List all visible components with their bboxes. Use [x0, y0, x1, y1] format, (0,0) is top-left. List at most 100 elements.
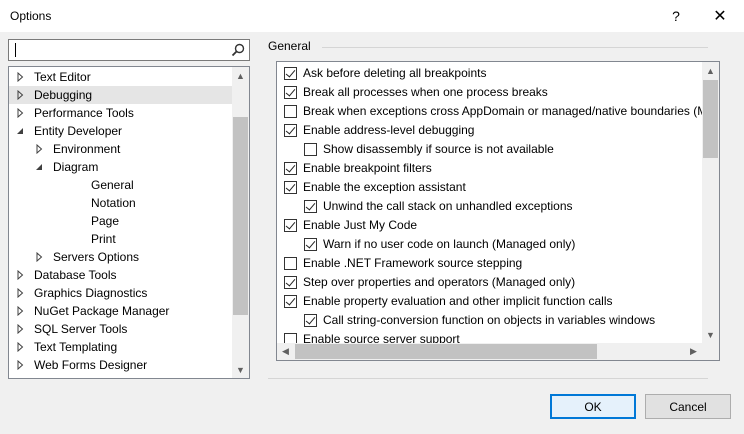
collapsed-arrow-icon[interactable] — [15, 270, 25, 280]
option-label: Enable the exception assistant — [303, 180, 466, 194]
options-tree[interactable]: Text Editor Debugging Performance Tools Ent… — [8, 66, 250, 379]
tree-item[interactable]: Entity Developer — [9, 122, 233, 140]
checkbox-checked[interactable] — [284, 67, 297, 80]
option-label: Show disassembly if source is not availa… — [323, 142, 554, 156]
checkbox-checked[interactable] — [284, 219, 297, 232]
tree-item-label: Graphics Diagnostics — [34, 286, 148, 300]
tree-item[interactable]: Diagram — [9, 158, 233, 176]
tree-item-label: Notation — [91, 196, 136, 210]
tree-item-label: Diagram — [53, 160, 99, 174]
tree-item[interactable]: Text Templating — [9, 338, 233, 356]
tree-item-label: Entity Developer — [34, 124, 123, 138]
tree-item-label: Page — [91, 214, 120, 228]
option-label: Step over properties and operators (Mana… — [303, 275, 576, 289]
tree-item-label: Text Editor — [34, 70, 91, 84]
search-icon[interactable] — [231, 43, 245, 57]
collapsed-arrow-icon[interactable] — [15, 342, 25, 352]
option-label: Enable .NET Framework source stepping — [303, 256, 523, 270]
tree-item-label: Environment — [53, 142, 121, 156]
scroll-up-arrow-icon[interactable]: ▲ — [232, 67, 249, 84]
tree-scroll-thumb[interactable] — [233, 117, 248, 315]
checkbox-unchecked[interactable] — [284, 257, 297, 270]
collapsed-arrow-icon[interactable] — [15, 90, 25, 100]
options-list[interactable]: Ask before deleting all breakpoints Break… — [276, 61, 720, 361]
tree-item[interactable]: Debugging — [9, 86, 233, 104]
option-label: Enable breakpoint filters — [303, 161, 432, 175]
ok-button[interactable]: OK — [550, 394, 636, 419]
tree-item[interactable]: Page — [9, 212, 233, 230]
collapsed-arrow-icon[interactable] — [15, 324, 25, 334]
tree-item-label: Database Tools — [34, 268, 117, 282]
checkbox-checked[interactable] — [284, 162, 297, 175]
option-label: Call string-conversion function on objec… — [323, 313, 656, 327]
tree-item[interactable]: Text Editor — [9, 68, 233, 86]
tree-item[interactable]: Graphics Diagnostics — [9, 284, 233, 302]
collapsed-arrow-icon[interactable] — [15, 360, 25, 370]
scroll-down-arrow-icon[interactable]: ▼ — [232, 361, 249, 378]
help-button[interactable]: ? — [662, 4, 690, 28]
checkbox-unchecked[interactable] — [284, 105, 297, 118]
group-divider — [322, 47, 708, 48]
expanded-arrow-icon[interactable] — [34, 162, 44, 172]
cancel-button[interactable]: Cancel — [645, 394, 731, 419]
dialog-body: Text Editor Debugging Performance Tools Ent… — [0, 32, 744, 434]
tree-scrollbar[interactable]: ▲ ▼ — [232, 67, 249, 378]
tree-item[interactable]: Web Performance Test Tools — [9, 374, 233, 379]
checkbox-checked[interactable] — [284, 295, 297, 308]
checkbox-unchecked[interactable] — [304, 143, 317, 156]
tree-item-label: Web Performance Test Tools — [34, 374, 187, 378]
search-input[interactable] — [11, 41, 221, 59]
title-bar: Options ? ✕ — [0, 0, 744, 32]
checkbox-checked[interactable] — [284, 181, 297, 194]
collapsed-arrow-icon[interactable] — [15, 306, 25, 316]
scroll-right-arrow-icon[interactable]: ▶ — [685, 343, 702, 360]
option-label: Break when exceptions cross AppDomain or… — [303, 104, 708, 118]
expanded-arrow-icon[interactable] — [15, 126, 25, 136]
tree-item[interactable]: Web Forms Designer — [9, 356, 233, 374]
option-label: Ask before deleting all breakpoints — [303, 66, 487, 80]
tree-item-label: General — [91, 178, 134, 192]
tree-item[interactable]: General — [9, 176, 233, 194]
tree-item[interactable]: Database Tools — [9, 266, 233, 284]
tree-item-label: NuGet Package Manager — [34, 304, 170, 318]
tree-item[interactable]: Performance Tools — [9, 104, 233, 122]
checkbox-checked[interactable] — [284, 86, 297, 99]
collapsed-arrow-icon[interactable] — [34, 252, 44, 262]
scroll-up-arrow-icon[interactable]: ▲ — [702, 62, 719, 79]
collapsed-arrow-icon[interactable] — [15, 378, 25, 379]
checkbox-checked[interactable] — [304, 314, 317, 327]
collapsed-arrow-icon[interactable] — [15, 288, 25, 298]
text-caret — [15, 43, 16, 57]
checkbox-checked[interactable] — [284, 276, 297, 289]
tree-item[interactable]: Servers Options — [9, 248, 233, 266]
checkbox-checked[interactable] — [304, 200, 317, 213]
options-horizontal-scrollbar[interactable]: ◀ ▶ — [277, 343, 702, 360]
tree-item-label: Text Templating — [34, 340, 118, 354]
tree-item-label: Servers Options — [53, 250, 140, 264]
tree-item-label: Web Forms Designer — [34, 358, 148, 372]
group-label: General — [268, 39, 311, 53]
tree-item-label: Debugging — [34, 88, 93, 102]
tree-item[interactable]: Environment — [9, 140, 233, 158]
close-button[interactable]: ✕ — [706, 4, 734, 28]
options-vertical-scrollbar[interactable]: ▲ ▼ — [702, 62, 719, 343]
tree-item[interactable]: SQL Server Tools — [9, 320, 233, 338]
tree-item[interactable]: Print — [9, 230, 233, 248]
option-label: Warn if no user code on launch (Managed … — [323, 237, 576, 251]
collapsed-arrow-icon[interactable] — [15, 108, 25, 118]
options-hscroll-thumb[interactable] — [295, 344, 597, 359]
checkbox-checked[interactable] — [304, 238, 317, 251]
tree-item[interactable]: Notation — [9, 194, 233, 212]
scroll-down-arrow-icon[interactable]: ▼ — [702, 326, 719, 343]
option-label: Enable address-level debugging — [303, 123, 475, 137]
collapsed-arrow-icon[interactable] — [15, 72, 25, 82]
options-scroll-thumb[interactable] — [703, 80, 718, 158]
search-box[interactable] — [8, 39, 250, 61]
scroll-left-arrow-icon[interactable]: ◀ — [277, 343, 294, 360]
tree-item-label: Performance Tools — [34, 106, 134, 120]
collapsed-arrow-icon[interactable] — [34, 144, 44, 154]
option-label: Enable Just My Code — [303, 218, 418, 232]
checkbox-checked[interactable] — [284, 124, 297, 137]
tree-item[interactable]: NuGet Package Manager — [9, 302, 233, 320]
option-label: Break all processes when one process bre… — [303, 85, 548, 99]
